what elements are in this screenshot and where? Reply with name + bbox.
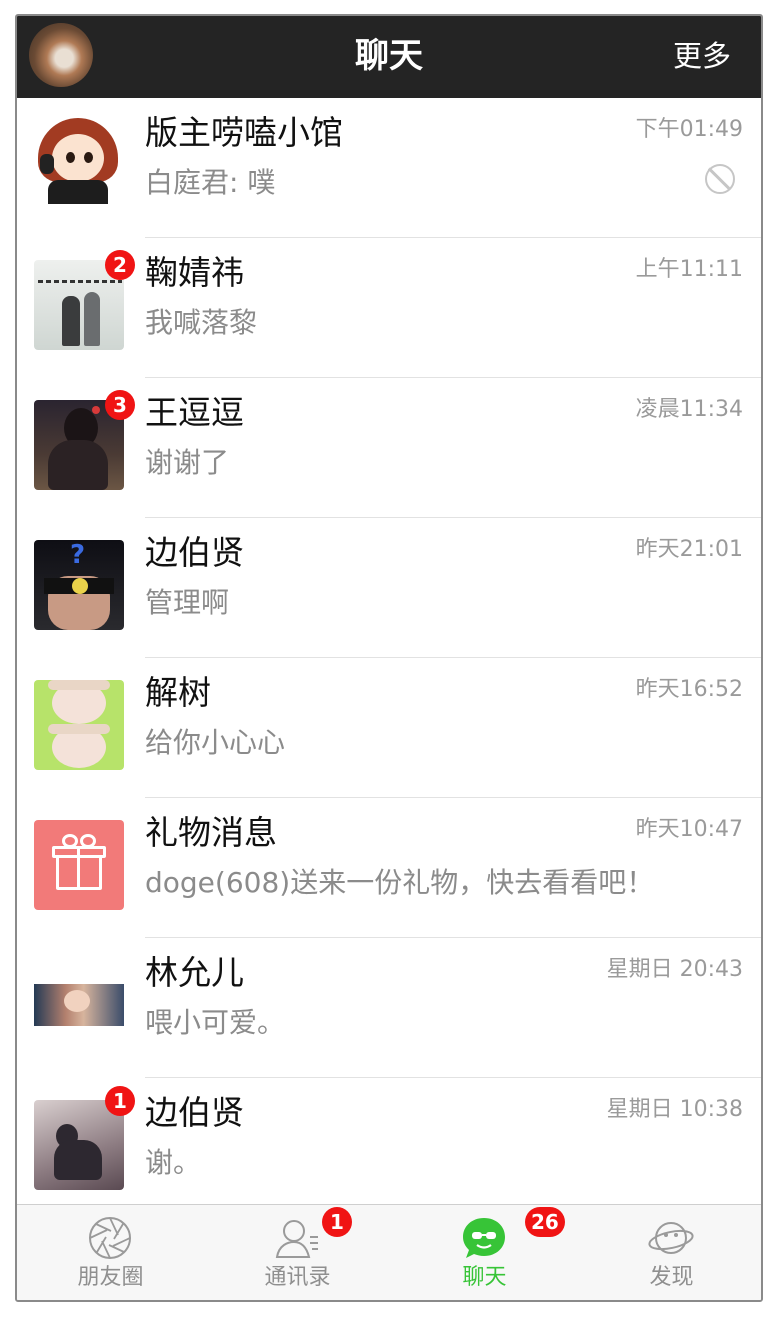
chat-time: 昨天10:47 [635,817,743,842]
chat-badge: 26 [525,1207,565,1237]
chat-avatar [34,114,124,204]
chat-row[interactable]: 解树 给你小心心 昨天16:52 [17,658,761,798]
tab-moments[interactable]: 朋友圈 [17,1205,204,1300]
chat-name: 鞠婧祎 [145,253,244,292]
contacts-icon [275,1220,318,1258]
chat-message: 给你小心心 [145,726,286,759]
chat-name: 王逗逗 [145,393,244,432]
chat-row[interactable]: 林允儿 喂小可爱。 星期日 20:43 [17,938,761,1078]
moments-icon [89,1217,131,1259]
chat-name: 解树 [145,673,211,712]
chat-time: 凌晨11:34 [635,397,743,422]
contacts-badge: 1 [322,1207,352,1237]
chat-row[interactable]: 3 王逗逗 谢谢了 凌晨11:34 [17,378,761,518]
tab-discover[interactable]: 发现 [578,1205,761,1300]
tab-label: 发现 [649,1265,694,1290]
tab-label: 通讯录 [264,1265,331,1290]
chat-time: 昨天16:52 [635,677,743,702]
gift-icon [34,820,124,910]
bottom-tab-bar: 朋友圈 1 通讯录 26 聊天 发现 [17,1204,761,1300]
top-bar: 聊天 更多 [17,16,761,98]
page-title: 聊天 [355,36,423,76]
chat-avatar: ? [34,540,124,630]
tab-contacts[interactable]: 1 通讯录 [204,1205,391,1300]
chat-row[interactable]: 礼物消息 doge(608)送来一份礼物，快去看看吧！ 昨天10:47 [17,798,761,938]
chat-name: 版主唠嗑小馆 [145,113,343,152]
chat-icon [463,1218,505,1258]
chat-message: 喂小可爱。 [145,1006,286,1039]
chat-message: 管理啊 [145,586,230,619]
chat-time: 昨天21:01 [635,537,743,562]
mute-icon [705,164,735,194]
chat-row[interactable]: 2 鞠婧祎 我喊落黎 上午11:11 [17,238,761,378]
planet-icon [648,1222,694,1254]
chat-row[interactable]: ? 边伯贤 管理啊 昨天21:01 [17,518,761,658]
chat-message: 白庭君: 噗 [145,166,276,199]
chat-avatar [34,960,124,1050]
chat-name: 礼物消息 [145,813,277,852]
unread-badge: 1 [105,1086,135,1116]
chat-time: 下午01:49 [635,117,743,142]
chat-name: 边伯贤 [145,1093,244,1132]
tab-chat[interactable]: 26 聊天 [391,1205,578,1300]
chat-time: 上午11:11 [635,257,743,282]
chat-avatar [34,1100,124,1190]
chat-message: 谢谢了 [145,446,230,479]
chat-name: 林允儿 [145,953,244,992]
chat-message: 谢。 [145,1146,202,1179]
unread-badge: 2 [105,250,135,280]
chat-row[interactable]: 版主唠嗑小馆 白庭君: 噗 下午01:49 [17,98,761,238]
tab-label: 聊天 [462,1265,507,1290]
unread-badge: 3 [105,390,135,420]
chat-message: 我喊落黎 [145,306,258,339]
chat-row[interactable]: 1 边伯贤 谢。 星期日 10:38 [17,1078,761,1218]
chat-message: doge(608)送来一份礼物，快去看看吧！ [145,866,655,899]
chat-avatar [34,680,124,770]
chat-time: 星期日 20:43 [606,957,743,982]
chat-name: 边伯贤 [145,533,244,572]
chat-time: 星期日 10:38 [606,1097,743,1122]
tab-label: 朋友圈 [77,1265,144,1290]
more-button[interactable]: 更多 [673,36,731,76]
phone-frame: 聊天 更多 版主唠嗑小馆 白庭君: 噗 下午01:49 2 鞠婧祎 我喊落黎 上… [15,14,763,1302]
